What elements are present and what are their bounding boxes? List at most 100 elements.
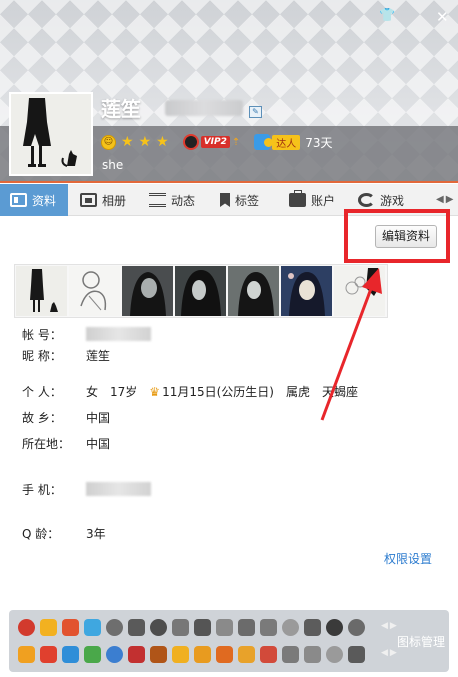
birthday-text: 11月15日(公历生日) <box>162 384 274 399</box>
gift-icon[interactable] <box>216 646 233 663</box>
annotation-highlight-box <box>344 209 450 263</box>
info-row-hometown: 故 乡： 中国 <box>22 409 110 425</box>
photo-strip <box>14 264 388 318</box>
tab-account[interactable]: 账户 <box>289 184 335 216</box>
photo-thumbnail[interactable] <box>334 266 385 316</box>
farm-icon[interactable] <box>84 646 101 663</box>
online-days: 73天 <box>305 135 333 150</box>
hometown-label: 故 乡： <box>22 410 62 425</box>
zodiac-value: 属虎 <box>285 384 310 399</box>
photo-thumbnail[interactable] <box>175 266 226 316</box>
photo-thumbnail[interactable] <box>281 266 332 316</box>
vip-label: VIP2 <box>200 136 230 148</box>
cloud-icon[interactable] <box>172 619 189 636</box>
icon-manage-link[interactable]: 图标管理 <box>397 633 445 650</box>
super-icon[interactable] <box>304 619 321 636</box>
tshirt-icon[interactable]: 👕 <box>379 8 395 23</box>
eye-icon[interactable] <box>106 646 123 663</box>
avatar-image <box>11 94 91 174</box>
diamond-gray-icon[interactable] <box>150 619 167 636</box>
penguin-icon[interactable] <box>128 619 145 636</box>
calendar-icon[interactable] <box>260 646 277 663</box>
heart-dark-icon[interactable] <box>326 619 343 636</box>
red-diamond-icon[interactable] <box>62 619 79 636</box>
crown-icon: ♛ <box>149 384 161 399</box>
tab-label: 标签 <box>235 193 260 208</box>
masked-phone-value <box>86 482 151 496</box>
pet-orange-icon[interactable] <box>150 646 167 663</box>
star-icon[interactable] <box>18 646 35 663</box>
profile-card-icon <box>10 193 27 207</box>
photo-thumbnail[interactable] <box>16 266 67 316</box>
info-row-phone: 手 机： <box>22 481 151 497</box>
tab-label: 账户 <box>311 193 336 208</box>
personal-values: 女 17岁 ♛ 11月15日(公历生日) 属虎 天蝎座 <box>86 383 358 400</box>
info-row-qage: Q 龄： 3年 <box>22 525 106 541</box>
header-accent-line <box>0 181 458 183</box>
wallet-icon <box>289 190 306 207</box>
pc-icon[interactable] <box>194 619 211 636</box>
photo-thumbnail[interactable] <box>69 266 120 316</box>
tab-scroll-arrows[interactable]: ◀▶ <box>436 194 455 205</box>
hometown-value: 中国 <box>86 410 111 425</box>
mail-icon[interactable] <box>260 619 277 636</box>
birthday-value: ♛ 11月15日(公历生日) <box>149 383 274 400</box>
pet-face-icon[interactable] <box>348 619 365 636</box>
edit-name-icon[interactable]: ✎ <box>249 106 262 118</box>
smile-level-icon[interactable]: ☺ <box>101 134 116 150</box>
game-icon <box>358 193 375 207</box>
speed-icon[interactable] <box>194 646 211 663</box>
space-icon[interactable] <box>62 646 79 663</box>
photo-thumbnail[interactable] <box>228 266 279 316</box>
feed-list-icon <box>149 193 166 207</box>
lock-icon[interactable] <box>172 646 189 663</box>
signature[interactable]: she <box>102 158 123 172</box>
pet-icon[interactable] <box>238 619 255 636</box>
level-star-icon: ★ <box>121 134 134 150</box>
nickname-label: 昵 称： <box>22 348 62 363</box>
bar-scroll-arrows[interactable]: ◀▶ <box>381 621 399 631</box>
game-vip-icon[interactable] <box>40 646 57 663</box>
phone-label: 手 机： <box>22 482 62 497</box>
location-value: 中国 <box>86 436 111 451</box>
tab-label: 资料 <box>32 193 57 208</box>
vip-badge[interactable]: VIP2 ⇡ <box>182 134 241 150</box>
tab-profile[interactable]: 资料 <box>0 184 68 216</box>
qage-value: 3年 <box>86 526 106 541</box>
nickname: 莲笙 <box>101 97 141 121</box>
tab-label: 相册 <box>102 193 127 208</box>
status-row: ☺ ★ ★ ★ VIP2 ⇡ 达人 73天 <box>101 133 333 151</box>
info-row-location: 所在地： 中国 <box>22 435 110 451</box>
qq-icon[interactable] <box>18 619 35 636</box>
cube-icon[interactable] <box>304 646 321 663</box>
photo-thumbnail[interactable] <box>122 266 173 316</box>
avatar[interactable] <box>9 92 93 176</box>
masked-account-number <box>165 100 243 116</box>
blue-diamond-icon[interactable] <box>84 619 101 636</box>
flower-icon[interactable] <box>282 619 299 636</box>
tab-label: 游戏 <box>380 193 405 208</box>
info-row-account: 帐 号： <box>22 326 151 342</box>
daren-badge[interactable]: 达人 <box>254 134 301 150</box>
app-icon[interactable] <box>282 646 299 663</box>
show-icon[interactable] <box>128 646 145 663</box>
heart-icon[interactable] <box>106 619 123 636</box>
tab-label: 动态 <box>171 193 196 208</box>
daren-label: 达人 <box>272 134 301 150</box>
personal-label: 个 人： <box>22 384 62 399</box>
camera-icon[interactable] <box>348 646 365 663</box>
permission-settings-link[interactable]: 权限设置 <box>384 550 432 567</box>
tab-album[interactable]: 相册 <box>80 184 126 216</box>
gender-value: 女 <box>86 384 99 399</box>
shop-icon[interactable] <box>238 646 255 663</box>
tab-tags[interactable]: 标签 <box>220 184 259 216</box>
vip-icon[interactable] <box>40 619 57 636</box>
close-icon[interactable]: ✕ <box>436 8 449 26</box>
music-icon[interactable] <box>216 619 233 636</box>
refresh-icon[interactable] <box>326 646 343 663</box>
account-label: 帐 号： <box>22 327 62 342</box>
arrow-up-icon: ⇡ <box>231 136 241 148</box>
nickname-value: 莲笙 <box>86 348 111 363</box>
tab-feed[interactable]: 动态 <box>149 184 195 216</box>
info-row-personal: 个 人： 女 17岁 ♛ 11月15日(公历生日) 属虎 天蝎座 <box>22 383 358 399</box>
